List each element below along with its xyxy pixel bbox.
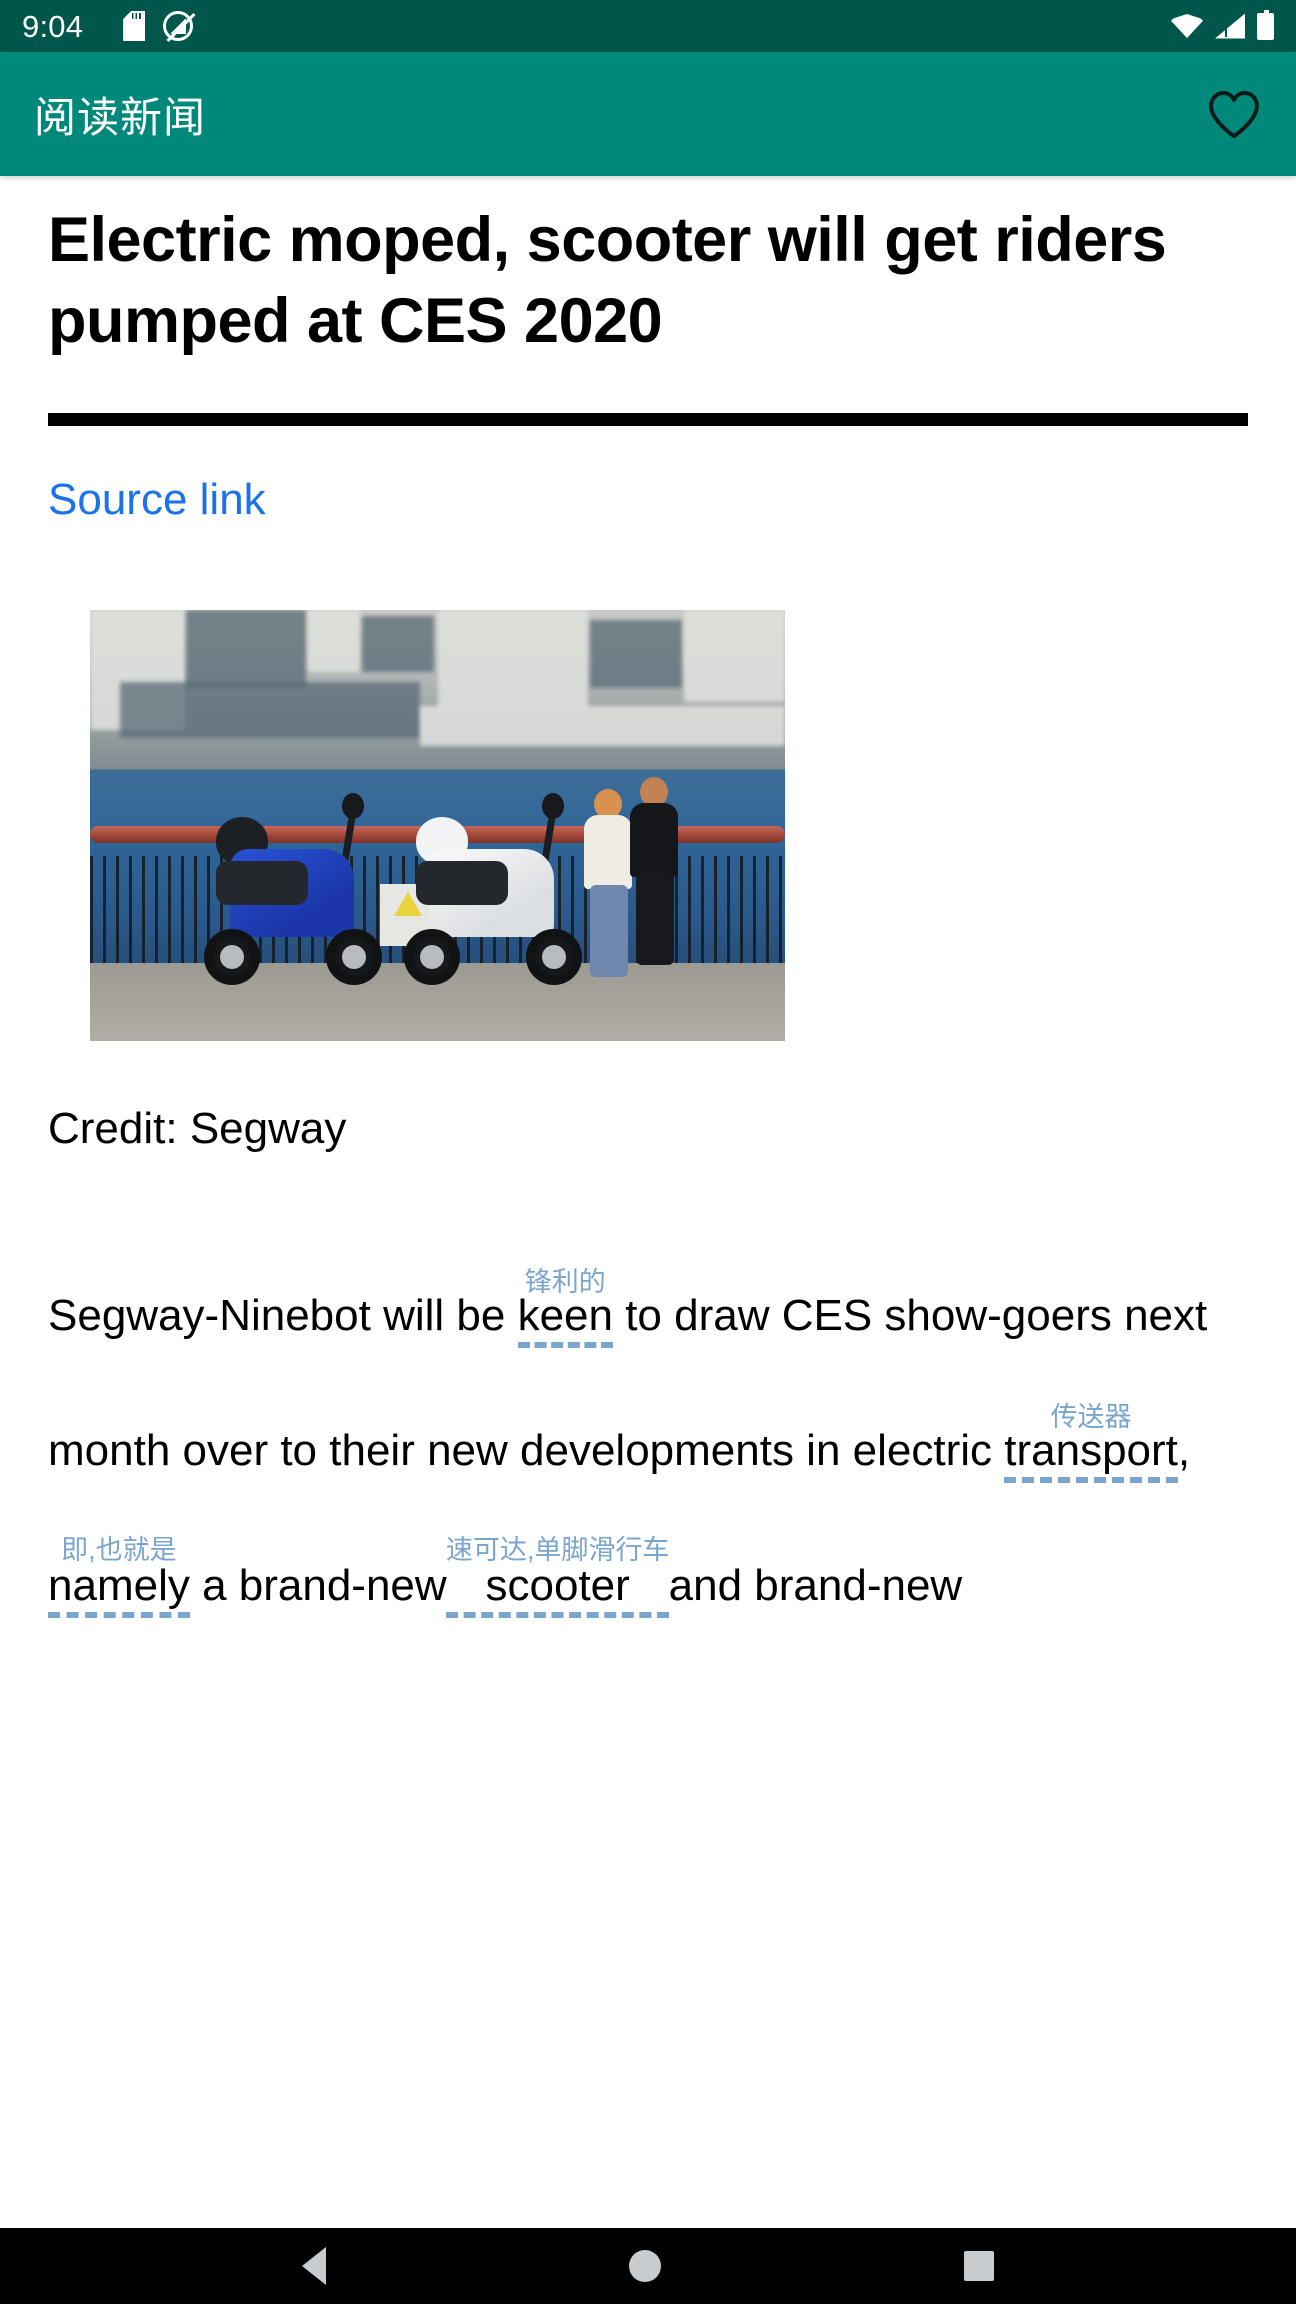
signal-icon [1215, 13, 1245, 39]
heart-outline-icon [1209, 91, 1259, 139]
status-bar-clock: 9:04 [22, 8, 84, 44]
article-title: Electric moped, scooter will get riders … [48, 205, 1167, 356]
annotation-translation: 速可达,单脚滑行车 [445, 1534, 670, 1565]
system-navigation-bar [0, 2228, 1296, 2304]
home-circle-icon[interactable] [628, 2250, 661, 2282]
annotated-word[interactable]: scooter速可达,单脚滑行车 [445, 1535, 670, 1618]
annotation-translation: 即,也就是 [48, 1534, 190, 1565]
title-divider [48, 413, 1248, 427]
article-content: Electric moped, scooter will get riders … [0, 176, 1296, 2228]
annotated-word-base: keen [517, 1290, 613, 1348]
status-bar-right [1171, 9, 1274, 40]
annotated-word-base: scooter [445, 1560, 670, 1618]
sync-disabled-icon [163, 11, 194, 41]
source-link[interactable]: Source link [48, 474, 266, 527]
body-text-run: and brand-new [656, 1560, 963, 1610]
sd-card-icon [123, 11, 146, 41]
white-moped [404, 793, 582, 986]
annotated-word[interactable]: transport传送器 [1004, 1402, 1178, 1483]
body-text-run: a brand-new [189, 1560, 459, 1610]
annotated-word[interactable]: namely即,也就是 [48, 1535, 190, 1618]
blue-moped [204, 793, 382, 986]
body-text-run: Segway-Ninebot will be [48, 1290, 518, 1340]
app-bar: 阅读新闻 [0, 52, 1296, 176]
article-figure [90, 610, 785, 1042]
image-credit: Credit: Segway [48, 1104, 347, 1154]
battery-icon [1257, 9, 1274, 40]
recents-square-icon[interactable] [964, 2251, 995, 2281]
status-bar-left: 9:04 [22, 11, 1171, 42]
annotated-word-base: transport [1004, 1425, 1178, 1483]
annotation-translation: 传送器 [1004, 1401, 1178, 1432]
annotation-translation: 锋利的 [517, 1266, 613, 1297]
body-text-run: , [1177, 1425, 1191, 1475]
annotated-word[interactable]: keen锋利的 [517, 1267, 613, 1348]
status-bar: 9:04 [0, 0, 1296, 52]
app-bar-title: 阅读新闻 [34, 93, 207, 141]
article-body: Segway-Ninebot will be keen锋利的 to draw C… [48, 1248, 1248, 1653]
favorite-button[interactable] [1206, 86, 1262, 142]
article-image [90, 610, 785, 1042]
wifi-icon [1171, 14, 1203, 38]
back-triangle-icon[interactable] [301, 2247, 326, 2285]
annotated-word-base: namely [48, 1560, 190, 1618]
